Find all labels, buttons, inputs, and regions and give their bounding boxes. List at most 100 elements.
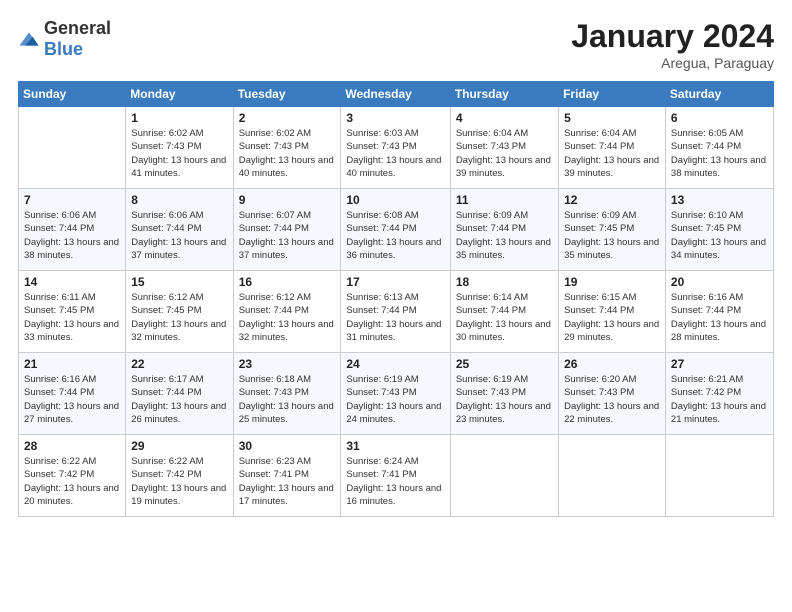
day-info: Sunrise: 6:17 AMSunset: 7:44 PMDaylight:… [131,373,227,426]
day-info: Sunrise: 6:11 AMSunset: 7:45 PMDaylight:… [24,291,120,344]
day-info: Sunrise: 6:07 AMSunset: 7:44 PMDaylight:… [239,209,336,262]
day-number: 8 [131,193,227,207]
cell-w2-d1: 7 Sunrise: 6:06 AMSunset: 7:44 PMDaylight… [19,189,126,271]
cell-w5-d1: 28 Sunrise: 6:22 AMSunset: 7:42 PMDayligh… [19,435,126,517]
day-info: Sunrise: 6:04 AMSunset: 7:43 PMDaylight:… [456,127,553,180]
day-info: Sunrise: 6:06 AMSunset: 7:44 PMDaylight:… [24,209,120,262]
cell-w5-d7 [665,435,773,517]
day-info: Sunrise: 6:20 AMSunset: 7:43 PMDaylight:… [564,373,660,426]
day-number: 17 [346,275,444,289]
col-tuesday: Tuesday [233,82,341,107]
logo-icon [18,28,40,50]
day-info: Sunrise: 6:16 AMSunset: 7:44 PMDaylight:… [24,373,120,426]
day-number: 4 [456,111,553,125]
day-number: 10 [346,193,444,207]
cell-w3-d4: 17 Sunrise: 6:13 AMSunset: 7:44 PMDayligh… [341,271,450,353]
day-number: 30 [239,439,336,453]
day-info: Sunrise: 6:09 AMSunset: 7:45 PMDaylight:… [564,209,660,262]
cell-w4-d2: 22 Sunrise: 6:17 AMSunset: 7:44 PMDayligh… [126,353,233,435]
day-number: 22 [131,357,227,371]
cell-w2-d7: 13Sunrise: 6:10 AMSunset: 7:45 PMDayligh… [665,189,773,271]
col-wednesday: Wednesday [341,82,450,107]
day-info: Sunrise: 6:02 AMSunset: 7:43 PMDaylight:… [239,127,336,180]
col-sunday: Sunday [19,82,126,107]
day-number: 12 [564,193,660,207]
day-info: Sunrise: 6:08 AMSunset: 7:44 PMDaylight:… [346,209,444,262]
day-info: Sunrise: 6:09 AMSunset: 7:44 PMDaylight:… [456,209,553,262]
cell-w5-d3: 30 Sunrise: 6:23 AMSunset: 7:41 PMDayligh… [233,435,341,517]
cell-w1-d1 [19,107,126,189]
calendar-table: Sunday Monday Tuesday Wednesday Thursday… [18,81,774,517]
cell-w1-d2: 1Sunrise: 6:02 AMSunset: 7:43 PMDaylight… [126,107,233,189]
day-number: 3 [346,111,444,125]
day-number: 7 [24,193,120,207]
header-row: Sunday Monday Tuesday Wednesday Thursday… [19,82,774,107]
day-info: Sunrise: 6:03 AMSunset: 7:43 PMDaylight:… [346,127,444,180]
cell-w1-d7: 6Sunrise: 6:05 AMSunset: 7:44 PMDaylight… [665,107,773,189]
day-info: Sunrise: 6:16 AMSunset: 7:44 PMDaylight:… [671,291,768,344]
cell-w1-d4: 3 Sunrise: 6:03 AMSunset: 7:43 PMDaylight… [341,107,450,189]
day-number: 15 [131,275,227,289]
day-number: 11 [456,193,553,207]
cell-w4-d3: 23 Sunrise: 6:18 AMSunset: 7:43 PMDayligh… [233,353,341,435]
day-number: 16 [239,275,336,289]
cell-w3-d3: 16Sunrise: 6:12 AMSunset: 7:44 PMDayligh… [233,271,341,353]
day-number: 18 [456,275,553,289]
logo-text: General Blue [44,18,111,60]
cell-w4-d7: 27Sunrise: 6:21 AMSunset: 7:42 PMDayligh… [665,353,773,435]
day-info: Sunrise: 6:18 AMSunset: 7:43 PMDaylight:… [239,373,336,426]
day-number: 28 [24,439,120,453]
col-monday: Monday [126,82,233,107]
cell-w5-d5 [450,435,558,517]
cell-w2-d2: 8 Sunrise: 6:06 AMSunset: 7:44 PMDaylight… [126,189,233,271]
day-info: Sunrise: 6:06 AMSunset: 7:44 PMDaylight:… [131,209,227,262]
cell-w4-d5: 25Sunrise: 6:19 AMSunset: 7:43 PMDayligh… [450,353,558,435]
day-info: Sunrise: 6:13 AMSunset: 7:44 PMDaylight:… [346,291,444,344]
week-row-5: 28 Sunrise: 6:22 AMSunset: 7:42 PMDayligh… [19,435,774,517]
cell-w4-d1: 21 Sunrise: 6:16 AMSunset: 7:44 PMDayligh… [19,353,126,435]
day-info: Sunrise: 6:22 AMSunset: 7:42 PMDaylight:… [131,455,227,508]
day-info: Sunrise: 6:10 AMSunset: 7:45 PMDaylight:… [671,209,768,262]
day-number: 2 [239,111,336,125]
day-number: 5 [564,111,660,125]
col-saturday: Saturday [665,82,773,107]
logo-general: General [44,18,111,38]
cell-w3-d7: 20Sunrise: 6:16 AMSunset: 7:44 PMDayligh… [665,271,773,353]
day-number: 23 [239,357,336,371]
title-block: January 2024 Aregua, Paraguay [571,18,774,71]
month-title: January 2024 [571,18,774,55]
cell-w5-d4: 31Sunrise: 6:24 AMSunset: 7:41 PMDayligh… [341,435,450,517]
day-number: 14 [24,275,120,289]
page: General Blue January 2024 Aregua, Paragu… [0,0,792,612]
cell-w2-d4: 10 Sunrise: 6:08 AMSunset: 7:44 PMDayligh… [341,189,450,271]
cell-w4-d4: 24 Sunrise: 6:19 AMSunset: 7:43 PMDayligh… [341,353,450,435]
day-number: 21 [24,357,120,371]
day-info: Sunrise: 6:14 AMSunset: 7:44 PMDaylight:… [456,291,553,344]
cell-w3-d6: 19 Sunrise: 6:15 AMSunset: 7:44 PMDayligh… [559,271,666,353]
cell-w1-d3: 2 Sunrise: 6:02 AMSunset: 7:43 PMDaylight… [233,107,341,189]
cell-w3-d2: 15 Sunrise: 6:12 AMSunset: 7:45 PMDayligh… [126,271,233,353]
day-number: 24 [346,357,444,371]
day-number: 1 [131,111,227,125]
day-number: 6 [671,111,768,125]
day-info: Sunrise: 6:21 AMSunset: 7:42 PMDaylight:… [671,373,768,426]
day-info: Sunrise: 6:23 AMSunset: 7:41 PMDaylight:… [239,455,336,508]
calendar-header: Sunday Monday Tuesday Wednesday Thursday… [19,82,774,107]
cell-w3-d1: 14 Sunrise: 6:11 AMSunset: 7:45 PMDayligh… [19,271,126,353]
day-number: 25 [456,357,553,371]
day-info: Sunrise: 6:19 AMSunset: 7:43 PMDaylight:… [346,373,444,426]
cell-w3-d5: 18 Sunrise: 6:14 AMSunset: 7:44 PMDayligh… [450,271,558,353]
day-number: 19 [564,275,660,289]
day-info: Sunrise: 6:12 AMSunset: 7:45 PMDaylight:… [131,291,227,344]
week-row-3: 14 Sunrise: 6:11 AMSunset: 7:45 PMDayligh… [19,271,774,353]
day-number: 9 [239,193,336,207]
day-info: Sunrise: 6:22 AMSunset: 7:42 PMDaylight:… [24,455,120,508]
week-row-4: 21 Sunrise: 6:16 AMSunset: 7:44 PMDayligh… [19,353,774,435]
day-number: 26 [564,357,660,371]
calendar-body: 1 Sunrise: 6:02 AMSunset: 7:43 PMDaylight… [19,107,774,517]
day-info: Sunrise: 6:15 AMSunset: 7:44 PMDaylight:… [564,291,660,344]
col-friday: Friday [559,82,666,107]
week-row-1: 1 Sunrise: 6:02 AMSunset: 7:43 PMDaylight… [19,107,774,189]
day-number: 29 [131,439,227,453]
logo: General Blue [18,18,111,60]
